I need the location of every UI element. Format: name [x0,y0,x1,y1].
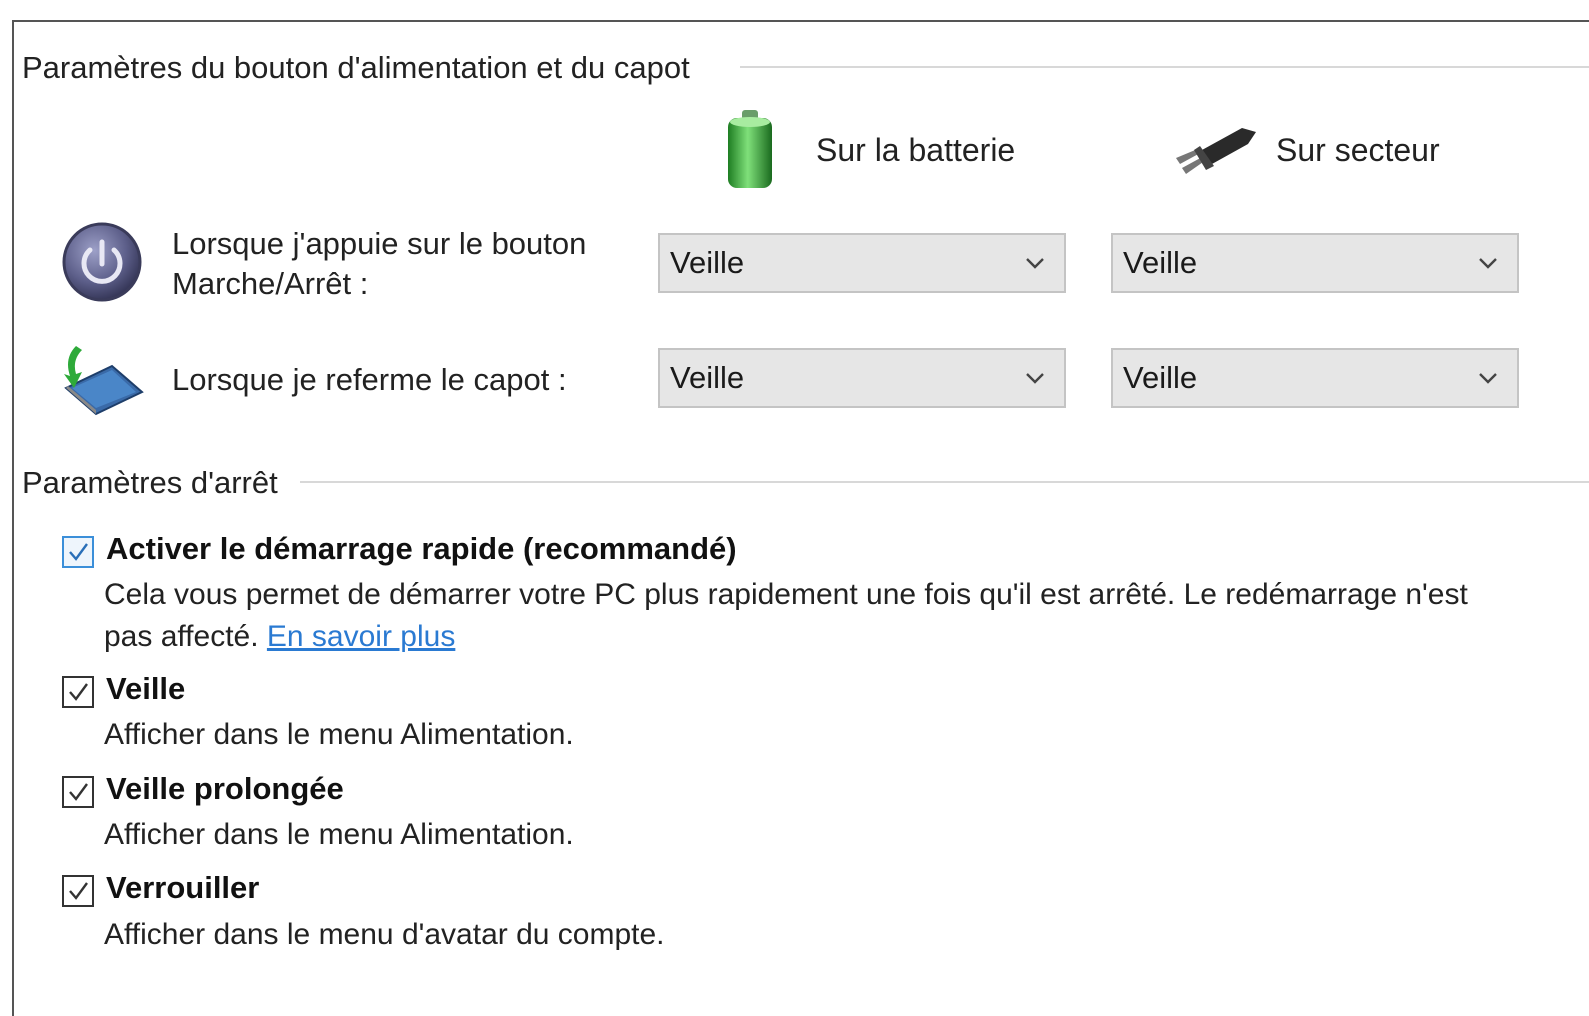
shutdown-group-title: Paramètres d'arrêt [22,465,296,501]
sleep-label[interactable]: Veille [106,671,185,707]
fast-startup-checkbox[interactable] [62,536,94,568]
panel-border-left [12,20,14,1016]
battery-icon [728,110,772,188]
power-button-label: Lorsque j'appuie sur le bouton Marche/Ar… [172,226,587,301]
group-divider [740,66,1589,68]
hibernate-description: Afficher dans le menu Alimentation. [104,818,574,851]
battery-column-label: Sur la batterie [816,131,1016,168]
select-value: Veille [670,245,745,280]
power-button-battery-select[interactable]: Veille [658,233,1066,293]
checkmark-icon [69,882,88,900]
power-options-panel: Paramètres du bouton d'alimentation et d… [0,0,1589,1016]
lock-label[interactable]: Verrouiller [106,870,259,906]
hibernate-checkbox[interactable] [62,776,94,808]
lock-checkbox[interactable] [62,875,94,907]
lock-description: Afficher dans le menu d'avatar du compte… [104,918,665,951]
select-value: Veille [1123,360,1198,395]
chevron-down-icon [1026,373,1044,384]
lid-close-label: Lorsque je referme le capot : [172,362,567,397]
checkmark-icon [69,543,88,561]
ac-column-header: Sur secteur [1172,118,1440,182]
ac-column-label: Sur secteur [1276,131,1440,168]
chevron-down-icon [1479,258,1497,269]
fast-startup-label[interactable]: Activer le démarrage rapide (recommandé) [106,531,737,567]
chevron-down-icon [1479,373,1497,384]
power-button-group-title: Paramètres du bouton d'alimentation et d… [22,50,708,86]
lid-ac-select[interactable]: Veille [1111,348,1519,408]
power-plug-icon [1176,128,1256,174]
hibernate-label[interactable]: Veille prolongée [106,771,344,807]
select-value: Veille [670,360,745,395]
sleep-checkbox[interactable] [62,676,94,708]
select-value: Veille [1123,245,1198,280]
checkmark-icon [69,783,88,801]
checkmark-icon [69,683,88,701]
fast-startup-description: Cela vous permet de démarrer votre PC pl… [104,578,1468,653]
chevron-down-icon [1026,258,1044,269]
battery-column-header: Sur la batterie [722,108,1015,192]
laptop-lid-icon [64,346,144,416]
group-divider [300,481,1589,483]
panel-border-top [12,20,1589,22]
power-button-icon [62,222,142,302]
power-button-ac-select[interactable]: Veille [1111,233,1519,293]
learn-more-link[interactable]: En savoir plus [267,620,455,653]
sleep-description: Afficher dans le menu Alimentation. [104,718,574,751]
lid-battery-select[interactable]: Veille [658,348,1066,408]
